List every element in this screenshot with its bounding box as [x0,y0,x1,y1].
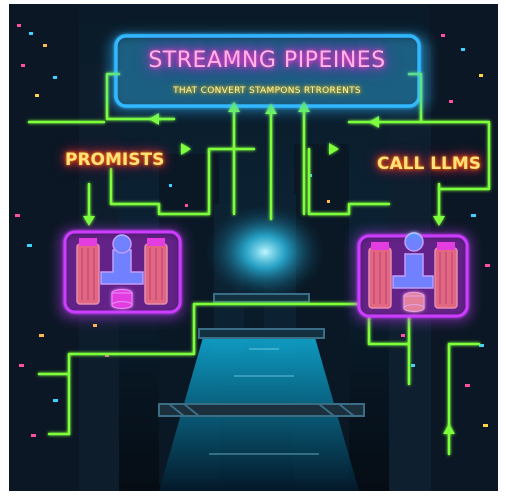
neon-pipeline-illustration: STREAMNG PIPEINES THAT CONVERT STAMPONS … [9,4,498,491]
central-glow [205,204,325,300]
scene-svg [9,4,498,491]
sign-subtitle: THAT CONVERT STAMPONS RTRORENTS [173,86,361,96]
label-call-llms: CALL LLMS [377,154,482,174]
label-promists: PROMISTS [65,150,165,170]
sign-title: STREAMNG PIPEINES [148,48,386,73]
